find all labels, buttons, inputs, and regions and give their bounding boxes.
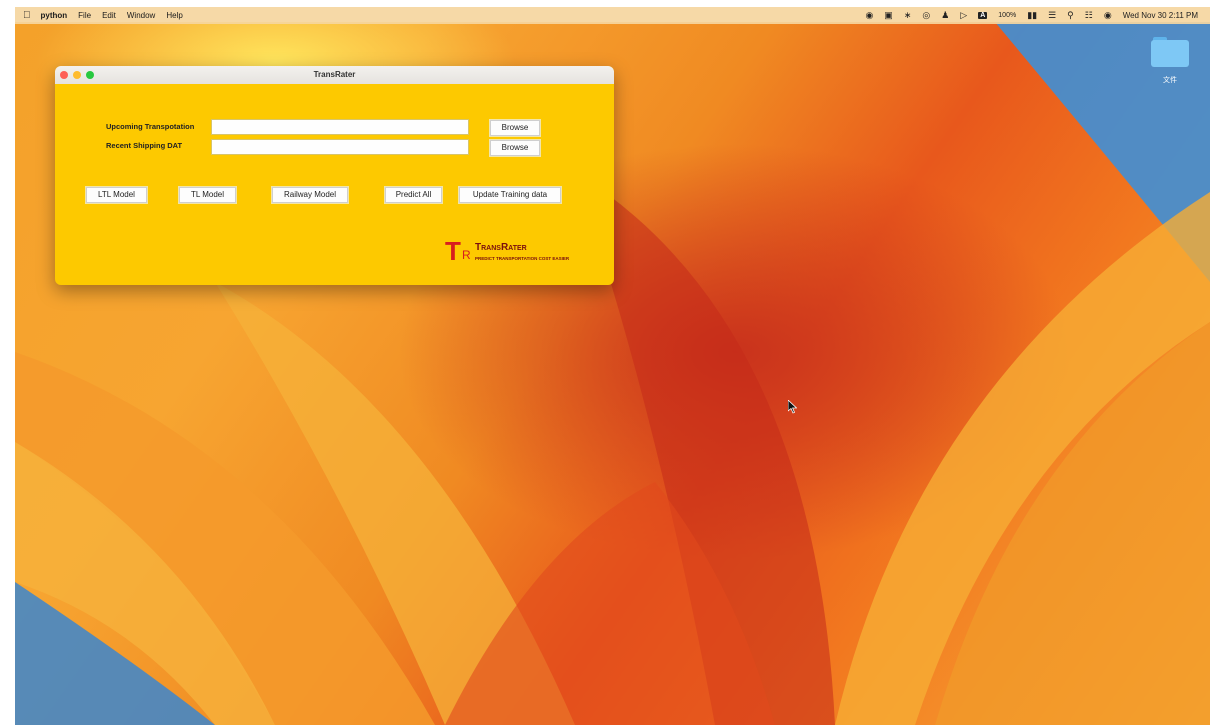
play-icon[interactable]: ▷ [960, 10, 967, 21]
browse-upcoming-button[interactable]: Browse [490, 120, 540, 136]
menu-window[interactable]: Window [127, 11, 155, 20]
battery-icon[interactable]: ▮▮ [1027, 10, 1037, 21]
window-title: TransRater [313, 70, 356, 79]
zoom-window-button[interactable] [86, 71, 94, 79]
menu-help[interactable]: Help [166, 11, 182, 20]
screen-icon[interactable]: ▣ [884, 10, 893, 21]
user-icon[interactable]: ♟ [941, 10, 949, 21]
record-icon[interactable]: ◉ [865, 10, 873, 21]
logo-letter-r: R [462, 248, 471, 262]
bluetooth-icon[interactable]: ∗ [904, 10, 912, 21]
logo-letter-t: T [445, 236, 461, 266]
battery-percent: 100% [998, 12, 1017, 19]
update-training-data-button[interactable]: Update Training data [459, 187, 561, 203]
menu-app-python[interactable]: python [41, 11, 68, 20]
upcoming-transportation-input[interactable] [211, 119, 469, 135]
traffic-lights [60, 71, 94, 79]
recent-shipping-label: Recent Shipping DAT [106, 141, 183, 150]
minimize-window-button[interactable] [73, 71, 81, 79]
spotlight-search-icon[interactable]: ⚲ [1067, 10, 1074, 21]
menu-edit[interactable]: Edit [102, 11, 116, 20]
folder-icon [1151, 37, 1189, 67]
apple-logo-icon[interactable]:  [23, 10, 31, 21]
close-window-button[interactable] [60, 71, 68, 79]
menu-bar:  python File Edit Window Help ◉ ▣ ∗ ◎ ♟… [15, 7, 1210, 24]
tl-model-button[interactable]: TL Model [179, 187, 236, 203]
predict-all-button[interactable]: Predict All [385, 187, 442, 203]
input-source-indicator[interactable]: A [978, 12, 988, 19]
airdrop-icon[interactable]: ◎ [922, 10, 930, 21]
menu-clock[interactable]: Wed Nov 30 2:11 PM [1123, 11, 1198, 20]
transrater-window: TransRater Upcoming Transpotation Browse… [55, 66, 614, 285]
siri-icon[interactable]: ◉ [1104, 10, 1112, 21]
browse-recent-button[interactable]: Browse [490, 140, 540, 156]
mouse-cursor-icon [788, 400, 797, 414]
wifi-icon[interactable]: ☰ [1048, 10, 1056, 21]
railway-model-button[interactable]: Railway Model [272, 187, 348, 203]
control-center-icon[interactable]: ☷ [1085, 10, 1093, 21]
window-titlebar[interactable]: TransRater [55, 66, 614, 84]
ltl-model-button[interactable]: LTL Model [86, 187, 147, 203]
upcoming-transportation-label: Upcoming Transpotation [106, 122, 195, 131]
status-area: ◉ ▣ ∗ ◎ ♟ ▷ A 100% ▮▮ ☰ ⚲ ☷ ◉ Wed Nov 30… [865, 7, 1198, 24]
recent-shipping-input[interactable] [211, 139, 469, 155]
logo-brand-name: TransRater [475, 242, 527, 253]
folder-label: 文件 [1163, 77, 1177, 84]
desktop-folder[interactable]: 文件 [1150, 37, 1190, 85]
menu-file[interactable]: File [78, 11, 91, 20]
logo-tagline: PREDICT TRANSPORTATION COST EASIER [475, 256, 570, 261]
